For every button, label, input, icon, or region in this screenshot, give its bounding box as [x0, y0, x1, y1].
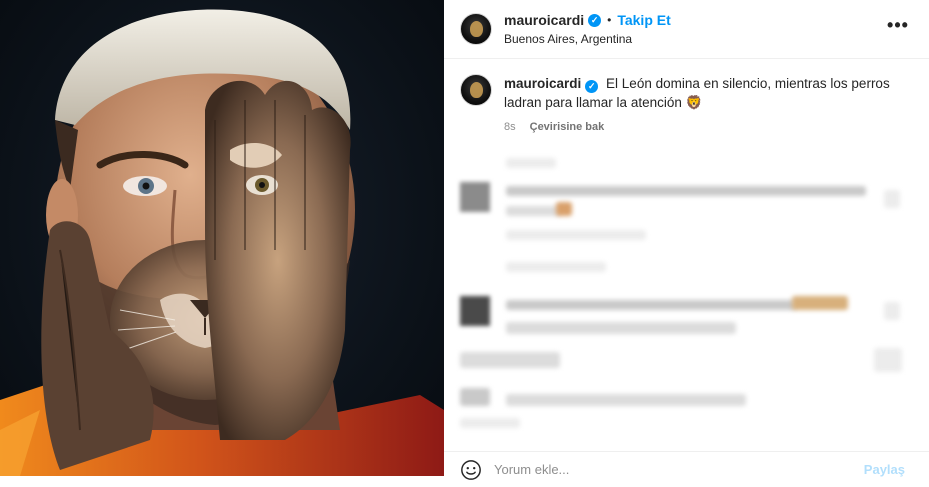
instagram-post: mauroicardi ✓ • Takip Et Buenos Aires, A…: [0, 0, 929, 487]
caption-meta: 8s Çevirisine bak: [504, 121, 900, 133]
blurred-commenter-avatar: [460, 182, 490, 212]
blurred-like-icon: [884, 190, 900, 208]
blurred-comment-bar: [506, 322, 736, 334]
post-header: mauroicardi ✓ • Takip Et Buenos Aires, A…: [444, 0, 914, 58]
add-comment-bar: Paylaş: [444, 451, 929, 487]
blurred-comment-bar: [506, 300, 796, 310]
author-avatar[interactable]: [460, 13, 492, 45]
separator-dot: •: [607, 13, 612, 27]
post-photo-illustration: [0, 9, 444, 476]
comment-input[interactable]: [494, 462, 824, 477]
post-caption: mauroicardi ✓ El León domina en silencio,…: [460, 74, 900, 133]
post-location[interactable]: Buenos Aires, Argentina: [504, 31, 671, 47]
blurred-comment-bar: [506, 262, 606, 272]
caption-body: mauroicardi ✓ El León domina en silencio,…: [492, 74, 900, 133]
blurred-commenter-avatar: [460, 388, 490, 406]
caption-author-avatar[interactable]: [460, 74, 492, 106]
caption-username[interactable]: mauroicardi: [504, 76, 581, 91]
header-divider: [444, 58, 929, 59]
post-comment-button[interactable]: Paylaş: [864, 462, 905, 477]
verified-badge-icon: ✓: [588, 13, 602, 27]
blurred-comment-bar: [460, 418, 520, 428]
header-meta: mauroicardi ✓ • Takip Et Buenos Aires, A…: [504, 11, 671, 47]
blurred-like-icon: [884, 302, 900, 320]
post-side-panel: mauroicardi ✓ • Takip Et Buenos Aires, A…: [444, 0, 929, 487]
caption-text-block: mauroicardi ✓ El León domina en silencio,…: [504, 74, 900, 112]
blurred-emoji: [792, 296, 848, 310]
blurred-like-icon: [874, 348, 902, 372]
blurred-comment-bar: [506, 158, 556, 168]
more-options-icon[interactable]: •••: [886, 16, 910, 40]
post-image[interactable]: [0, 0, 444, 476]
blurred-emoji: [556, 202, 572, 216]
blurred-comment-bar: [506, 206, 561, 216]
blurred-comment-bar: [460, 352, 560, 368]
blurred-commenter-avatar: [460, 296, 490, 326]
follow-button[interactable]: Takip Et: [617, 11, 670, 29]
header-row: mauroicardi ✓ • Takip Et: [504, 11, 671, 29]
blurred-comments: [444, 150, 929, 450]
post-time[interactable]: 8s: [504, 121, 516, 133]
author-username[interactable]: mauroicardi: [504, 11, 584, 29]
blurred-comment-bar: [506, 394, 746, 406]
see-translation-button[interactable]: Çevirisine bak: [530, 121, 605, 133]
verified-badge-icon: ✓: [585, 80, 599, 93]
blurred-comment-bar: [506, 230, 646, 240]
blurred-comment-bar: [506, 186, 866, 196]
emoji-smiley-icon[interactable]: [460, 459, 482, 481]
